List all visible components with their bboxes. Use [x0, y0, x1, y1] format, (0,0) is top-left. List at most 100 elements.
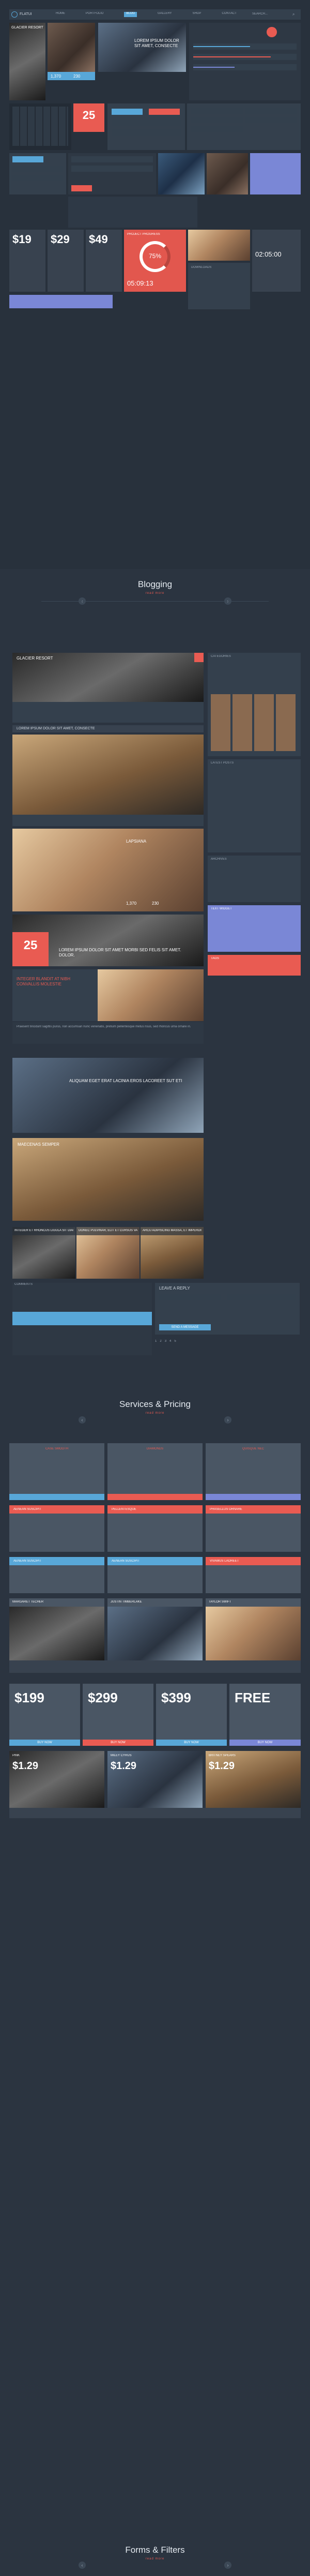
calendar-grid[interactable] — [12, 107, 68, 146]
post-4-photo[interactable]: 25 LOREM IPSUM DOLOR SIT AMET MORBI SED … — [12, 915, 204, 966]
nav-item-contact[interactable]: CONTACT — [222, 12, 237, 17]
user-avatar-icon[interactable] — [267, 27, 277, 37]
pricing-table-1: $199 BUY NOW — [9, 1684, 80, 1746]
services-prev-icon[interactable]: ‹ — [79, 1416, 86, 1424]
sidebar-text-widget: TEXT WIDGET — [208, 905, 301, 952]
nav-item-gallery[interactable]: GALLERY — [158, 12, 172, 17]
reply-title: LEAVE A REPLY — [159, 1286, 190, 1291]
post-8-photo[interactable]: MAECENAS SEMPER — [12, 1138, 204, 1221]
search-input[interactable]: SEARCH... — [252, 12, 288, 16]
page-2[interactable]: 2 — [160, 1340, 161, 1346]
pricing-3-buy-button[interactable]: BUY NOW — [156, 1740, 227, 1746]
checkbox-row[interactable] — [191, 108, 243, 114]
logo-text: FLATUI — [20, 12, 32, 16]
team-footer — [9, 1660, 301, 1673]
form-button-1[interactable] — [112, 109, 143, 115]
toggle-panel — [9, 153, 66, 194]
forms-prev-icon[interactable]: ‹ — [79, 2562, 86, 2569]
service-card-1-button[interactable] — [9, 1494, 104, 1500]
toggle-on[interactable] — [12, 156, 43, 162]
progress-value: 75% — [148, 252, 162, 260]
dropdown-item[interactable] — [71, 166, 153, 172]
forms-subtitle: read more — [145, 2557, 165, 2560]
price-card-2: $29 — [48, 230, 84, 292]
team-2-photo[interactable] — [107, 1607, 203, 1660]
slider-track[interactable] — [193, 43, 297, 50]
page-1[interactable]: 1 — [155, 1340, 157, 1346]
info-bar — [9, 295, 113, 308]
input-box[interactable] — [12, 166, 63, 172]
post-7-photo[interactable]: ALIQUAM EGET ERAT LACINIA EROS LACOREET … — [12, 1058, 204, 1133]
post-3-likes: 1,370 — [126, 901, 137, 906]
checkbox-row-3[interactable] — [191, 126, 243, 132]
page-4[interactable]: 4 — [169, 1340, 171, 1346]
post-1-title: GLACIER RESORT — [17, 656, 53, 661]
email-field[interactable] — [227, 1294, 296, 1300]
submit-button[interactable]: SEND A MESSAGE — [159, 1324, 211, 1330]
nav-item-portfolio[interactable]: PORTFOLIO — [86, 12, 104, 17]
team-card-2: JUSTIN TIMBERLAKE — [107, 1598, 203, 1660]
blogging-subtitle: read more — [145, 592, 165, 595]
form-field-2[interactable] — [112, 129, 181, 136]
post-1-photo[interactable]: GLACIER RESORT — [12, 653, 204, 702]
nav-item-blog[interactable]: BLOG — [124, 12, 137, 17]
media-player-photo[interactable] — [158, 153, 205, 194]
service-list-3-header: PHASELLUS ORNARE — [206, 1505, 301, 1514]
team-1-photo[interactable] — [9, 1607, 104, 1660]
close-icon[interactable] — [194, 653, 204, 662]
pricing-4-buy-button[interactable]: BUY NOW — [229, 1740, 301, 1746]
name-field[interactable] — [159, 1294, 221, 1300]
pricing-1-buy-button[interactable]: BUY NOW — [9, 1740, 80, 1746]
service-list-6-title: VIVAMUS LAOREET — [210, 1560, 239, 1563]
nav-item-home[interactable]: HOME — [56, 12, 65, 17]
pricing-2-buy-button[interactable]: BUY NOW — [83, 1740, 153, 1746]
toggle-row[interactable] — [245, 108, 297, 114]
service-card-3-button[interactable] — [206, 1494, 301, 1500]
form-field[interactable] — [112, 120, 181, 126]
service-list-3: PHASELLUS ORNARE — [206, 1505, 301, 1552]
post-2-photo[interactable] — [12, 735, 204, 815]
feature-photo-card[interactable] — [48, 23, 95, 72]
forms-next-icon[interactable]: › — [224, 2562, 231, 2569]
post-2-title: LOREM IPSUM DOLOR SIT AMET, CONSECTE — [17, 727, 95, 730]
post-6-text-card: Praesent tincidunt sagittis purus, non a… — [12, 1022, 204, 1044]
services-next-icon[interactable]: › — [224, 1416, 231, 1424]
weather-photo[interactable] — [188, 230, 250, 261]
music-cover[interactable] — [207, 153, 248, 194]
comment-highlight[interactable] — [12, 1312, 152, 1325]
comments-panel: COMMENTS — [12, 1283, 152, 1355]
widgets-column — [189, 23, 301, 100]
page-3[interactable]: 3 — [165, 1340, 166, 1346]
post-3-photo[interactable]: LAPSIANA 1,370 230 — [12, 829, 204, 911]
service-card-2-button[interactable] — [107, 1494, 203, 1500]
product-card-2[interactable]: MILEY CYRUS $1.29 — [107, 1751, 203, 1808]
service-list-6-header: VIVAMUS LAOREET — [206, 1557, 301, 1565]
slider-track-2[interactable] — [193, 54, 297, 60]
service-list-4-title: AENEAN SUSCIPIT — [13, 1560, 42, 1563]
page-5[interactable]: 5 — [174, 1340, 176, 1346]
divider — [41, 601, 269, 602]
product-footer — [9, 1808, 301, 1818]
post-8-title: MAECENAS SEMPER — [18, 1142, 59, 1147]
slider-track-3[interactable] — [193, 64, 297, 70]
product-card-3[interactable]: BRITNEY SPEARS $1.29 — [206, 1751, 301, 1808]
pricing-3-price: $399 — [161, 1690, 191, 1705]
team-3-photo[interactable] — [206, 1607, 301, 1660]
post-5-photo[interactable] — [98, 969, 204, 1021]
nav-item-shop[interactable]: SHOP — [192, 12, 201, 17]
blogging-title: Blogging — [137, 579, 173, 589]
dropdown-select[interactable] — [71, 156, 153, 162]
lorem-photo-card[interactable]: LOREM IPSUM DOLOR SIT AMET, CONSECTE — [98, 23, 186, 72]
post-7-title: ALIQUAM EGET ERAT LACINIA EROS LACOREET … — [69, 1079, 182, 1083]
form-button-2[interactable] — [149, 109, 180, 115]
search-icon[interactable]: ⌕ — [292, 12, 295, 17]
product-card-1[interactable]: PINK $1.29 — [9, 1751, 104, 1808]
input-box-2[interactable] — [12, 175, 63, 181]
checkbox-row-2[interactable] — [191, 117, 243, 123]
dropdown-ok-button[interactable] — [71, 185, 92, 191]
gallery-grid[interactable] — [211, 694, 298, 751]
glacier-photo-card[interactable]: GLACIER RESORT — [9, 23, 45, 100]
toggle-row-2[interactable] — [245, 117, 297, 123]
service-card-3-title: QUISQUE NEC — [242, 1447, 264, 1450]
map-widget[interactable] — [68, 197, 197, 228]
